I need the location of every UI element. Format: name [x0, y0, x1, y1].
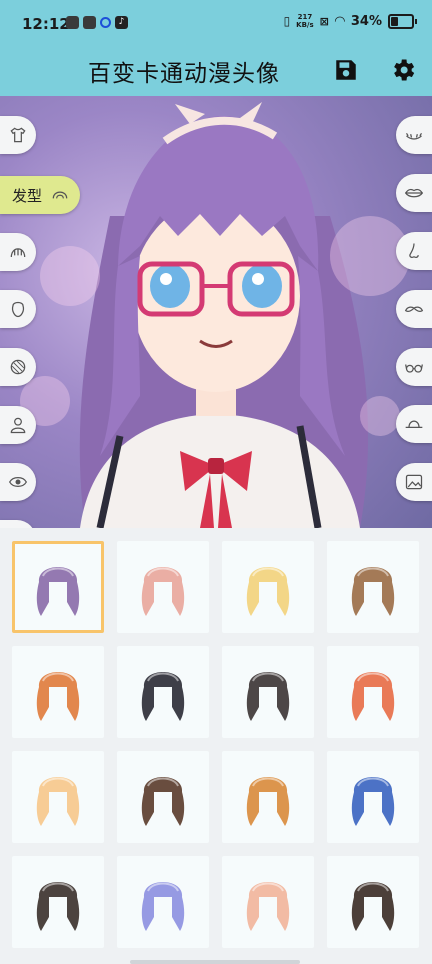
hairstyle-option[interactable]: [222, 541, 314, 633]
avatar-illustration: [79, 102, 369, 528]
hair-thumbnail: [351, 567, 395, 616]
mustache-icon: [404, 306, 424, 312]
hairstyle-option[interactable]: [222, 646, 314, 738]
sim-icon: ⊠: [319, 14, 329, 28]
avatar-preview: [0, 96, 432, 528]
hairstyle-option[interactable]: [222, 751, 314, 843]
app-notification-icon: [66, 16, 79, 29]
hairstyle-option[interactable]: [222, 856, 314, 948]
hairstyle-option[interactable]: [327, 751, 419, 843]
tab-glasses[interactable]: [396, 348, 432, 386]
hairstyle-option[interactable]: [117, 541, 209, 633]
tab-eyelashes[interactable]: [396, 116, 432, 154]
vibrate-icon: ▯: [283, 14, 291, 28]
battery-percent: 34%: [350, 13, 382, 29]
hair-thumbnail: [36, 567, 80, 616]
network-speed: 217 KB/s: [296, 13, 314, 29]
image-icon: [405, 474, 423, 490]
hairstyle-option[interactable]: [327, 856, 419, 948]
hair-thumbnail: [246, 567, 290, 616]
hairstyle-option[interactable]: [117, 856, 209, 948]
hair-thumbnail: [141, 882, 185, 931]
person-icon: [10, 417, 26, 434]
face-shape-icon: [11, 301, 25, 318]
gear-icon[interactable]: [389, 56, 417, 84]
hair-thumbnail: [246, 882, 290, 931]
hair-thumbnail: [36, 882, 80, 931]
hairstyle-option[interactable]: [12, 541, 104, 633]
glasses-icon: [405, 364, 423, 373]
back-hair-icon: [10, 359, 26, 375]
nose-icon: [409, 243, 419, 258]
tab-hairstyle[interactable]: 发型: [0, 176, 80, 214]
eyelash-icon: [405, 132, 423, 140]
status-bar: 12:12 ♪ ▯ 217 KB/s ⊠ ◠ 34%: [0, 0, 432, 48]
hair-thumbnail: [36, 777, 80, 826]
hairstyle-option[interactable]: [327, 646, 419, 738]
hair-thumbnail: [36, 672, 80, 721]
hairstyle-option[interactable]: [12, 856, 104, 948]
hair-thumbnail: [141, 777, 185, 826]
hair-thumbnail: [351, 882, 395, 931]
scroll-indicator: [130, 960, 300, 964]
battery-icon: [388, 13, 417, 29]
lips-icon: [404, 188, 424, 198]
circle-notification-icon: [100, 17, 111, 28]
hairstyle-option[interactable]: [327, 541, 419, 633]
notification-icons: ♪: [66, 16, 128, 29]
status-time: 12:12: [22, 15, 70, 33]
tab-mouth[interactable]: [396, 174, 432, 212]
app-header: 12:12 ♪ ▯ 217 KB/s ⊠ ◠ 34% 百变卡通动漫头像: [0, 0, 432, 96]
hairstyle-option[interactable]: [12, 646, 104, 738]
save-icon[interactable]: [333, 57, 359, 83]
hair-thumbnail: [141, 672, 185, 721]
tab-hairstyle-label: 发型: [12, 186, 43, 205]
tab-hat[interactable]: [396, 405, 432, 443]
hairstyle-option[interactable]: [117, 646, 209, 738]
tab-nose[interactable]: [396, 232, 432, 270]
tab-background[interactable]: [396, 463, 432, 501]
page-title: 百变卡通动漫头像: [88, 61, 280, 87]
hair-thumbnail: [141, 567, 185, 616]
hair-thumbnail: [351, 777, 395, 826]
tab-mustache[interactable]: [396, 290, 432, 328]
hat-icon: [405, 420, 423, 428]
wechat-icon: [83, 16, 96, 29]
hair-thumbnail: [246, 777, 290, 826]
bangs-icon: [10, 248, 26, 258]
wifi-icon: ◠: [334, 13, 345, 29]
status-right: ▯ 217 KB/s ⊠ ◠ 34%: [283, 13, 417, 29]
shirt-icon: [10, 127, 26, 143]
hairstyle-option[interactable]: [117, 751, 209, 843]
hair-icon: [52, 191, 68, 199]
tiktok-icon: ♪: [115, 16, 128, 29]
hair-thumbnail: [246, 672, 290, 721]
hairstyle-option[interactable]: [12, 751, 104, 843]
eye-icon: [8, 477, 28, 487]
hair-thumbnail: [351, 672, 395, 721]
